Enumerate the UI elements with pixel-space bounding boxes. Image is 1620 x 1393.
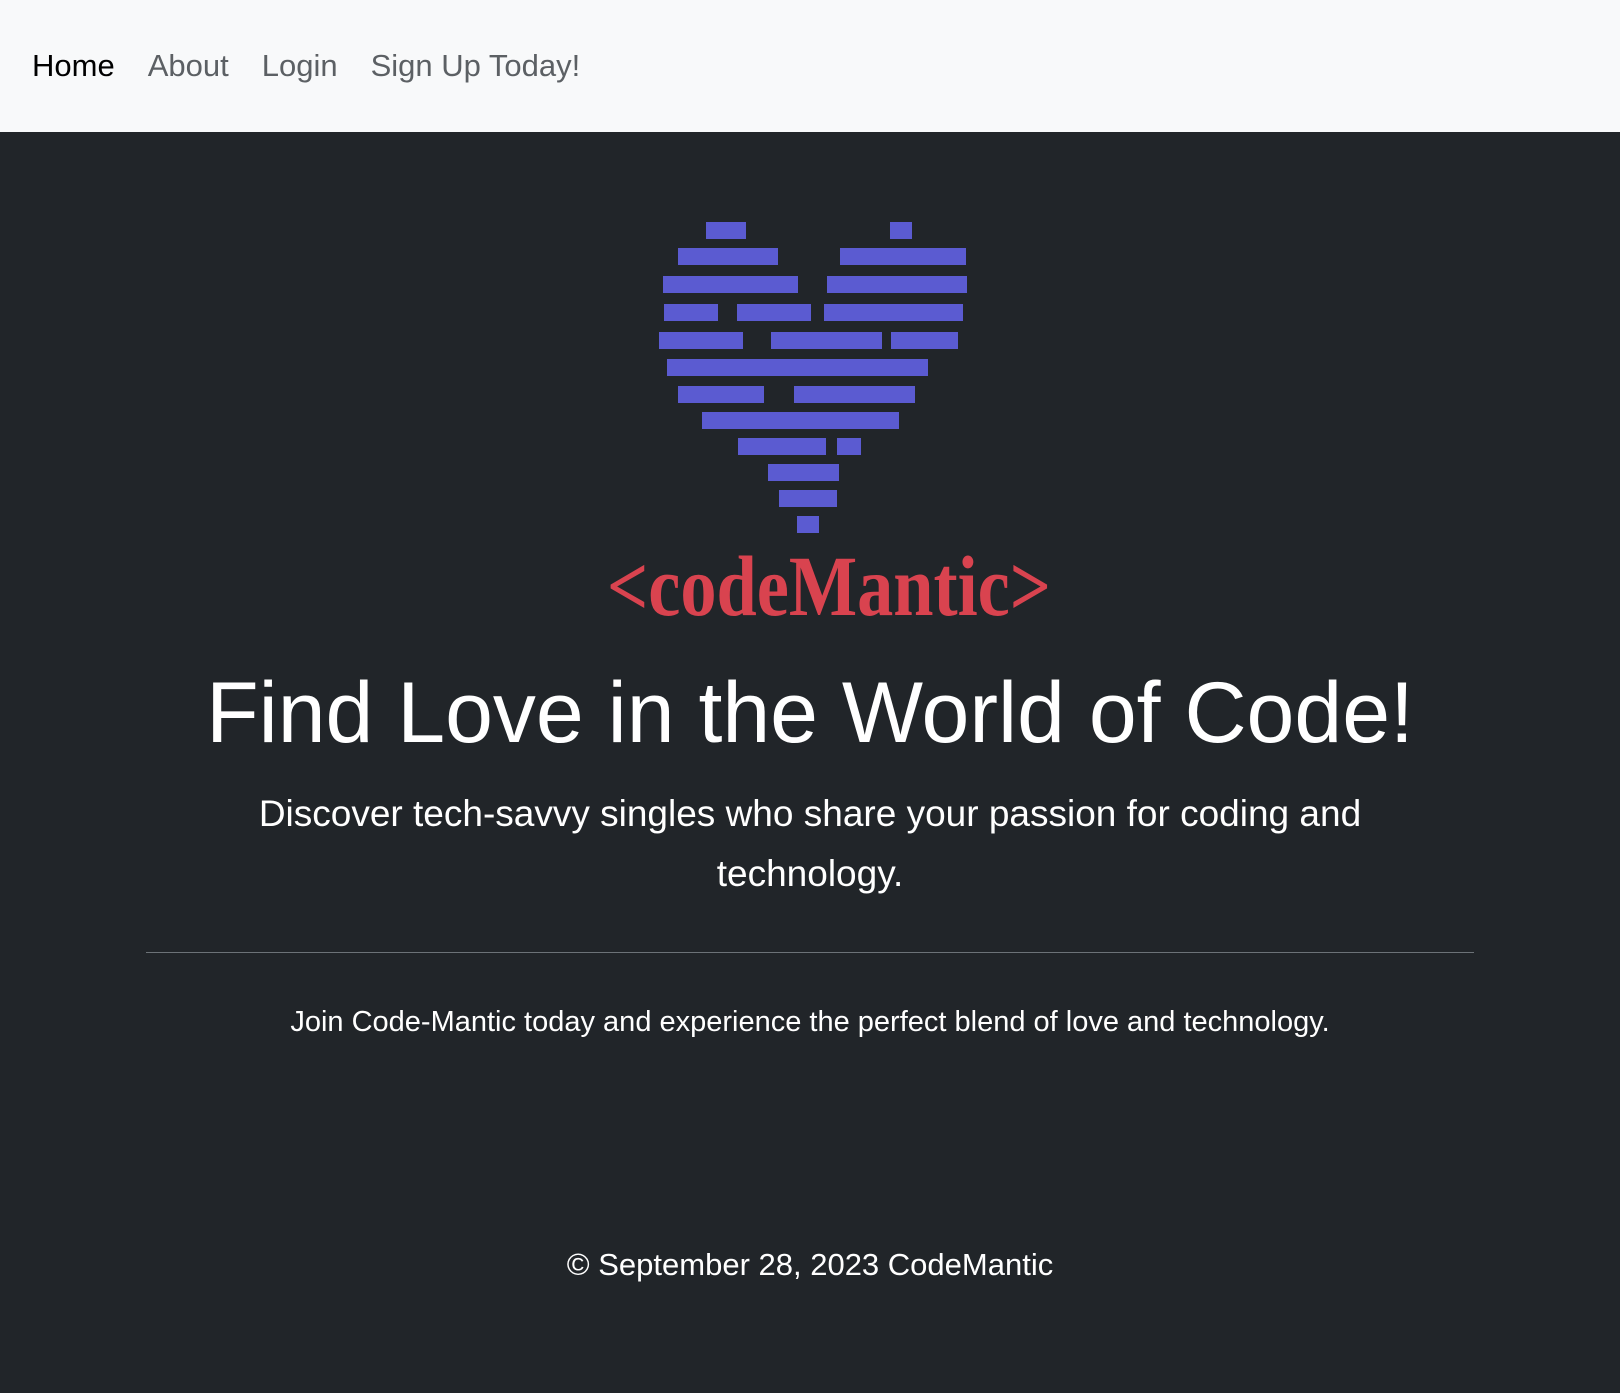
footer-copyright: © September 28, 2023 CodeMantic xyxy=(566,1247,1054,1282)
hero-section: <codeMantic> Find Love in the World of C… xyxy=(0,132,1620,1393)
hero-title: Find Love in the World of Code! xyxy=(206,665,1414,761)
section-divider xyxy=(146,952,1474,953)
nav-signup-link[interactable]: Sign Up Today! xyxy=(371,48,581,84)
join-text: Join Code-Mantic today and experience th… xyxy=(290,1006,1330,1038)
nav-about-link[interactable]: About xyxy=(148,48,229,84)
nav-home-link[interactable]: Home xyxy=(32,48,115,84)
hero-lead: Discover tech-savvy singles who share yo… xyxy=(258,793,1362,894)
codemantic-logo: <codeMantic> xyxy=(595,222,1055,672)
top-navbar: Home About Login Sign Up Today! xyxy=(0,0,1620,132)
nav-login-link[interactable]: Login xyxy=(262,48,338,84)
logo-wordmark: <codeMantic> xyxy=(607,538,1051,634)
pixel-heart-icon: <codeMantic> xyxy=(607,222,1051,634)
